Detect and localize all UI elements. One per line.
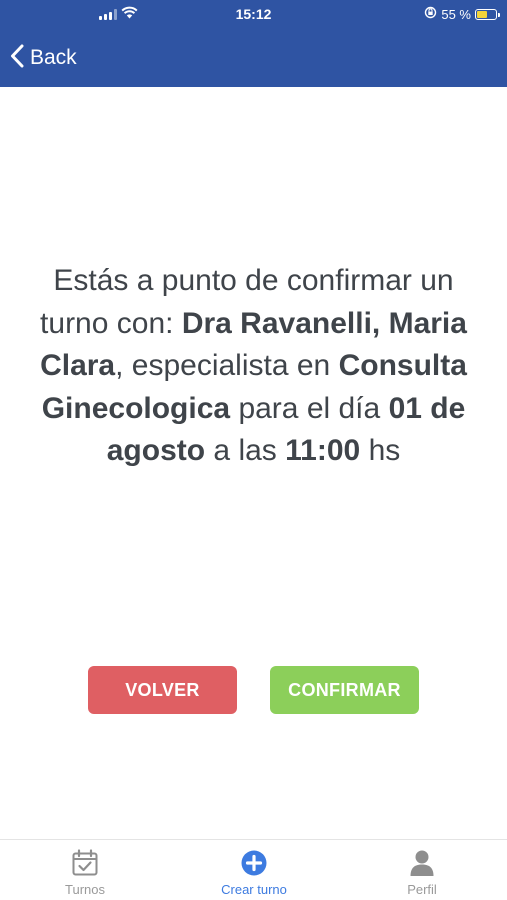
- tab-turnos[interactable]: Turnos: [25, 840, 145, 900]
- confirmar-button[interactable]: CONFIRMAR: [270, 666, 419, 714]
- back-label: Back: [30, 46, 77, 69]
- tab-perfil-label: Perfil: [407, 882, 437, 897]
- specialist-text: , especialista en: [115, 349, 331, 382]
- appointment-time: 11:00: [285, 434, 361, 467]
- navigation-bar: Back: [0, 30, 507, 87]
- confirmation-message: Estás a punto de confirmar un turno con:…: [30, 260, 477, 473]
- back-button[interactable]: Back: [10, 42, 77, 74]
- tab-bar: Turnos Crear turno Perfil: [0, 839, 507, 900]
- orientation-lock-icon: [424, 6, 437, 22]
- time-suffix: hs: [368, 434, 401, 467]
- chevron-left-icon: [10, 44, 24, 73]
- battery-level: [477, 10, 487, 18]
- volver-button[interactable]: VOLVER: [88, 666, 237, 714]
- tab-crear-turno[interactable]: Crear turno: [194, 840, 314, 900]
- battery-icon: [475, 8, 500, 20]
- status-right: 55 %: [424, 6, 500, 22]
- calendar-check-icon: [71, 848, 99, 878]
- plus-circle-icon: [240, 848, 268, 878]
- date-suffix: a las: [213, 434, 277, 467]
- tab-turnos-label: Turnos: [65, 882, 105, 897]
- tab-crear-turno-label: Crear turno: [221, 882, 287, 897]
- date-prefix: para el día: [238, 391, 381, 425]
- user-icon: [409, 848, 435, 878]
- battery-percent: 55 %: [441, 6, 471, 22]
- tab-perfil[interactable]: Perfil: [362, 840, 482, 900]
- status-bar: 15:12 55 %: [0, 0, 507, 30]
